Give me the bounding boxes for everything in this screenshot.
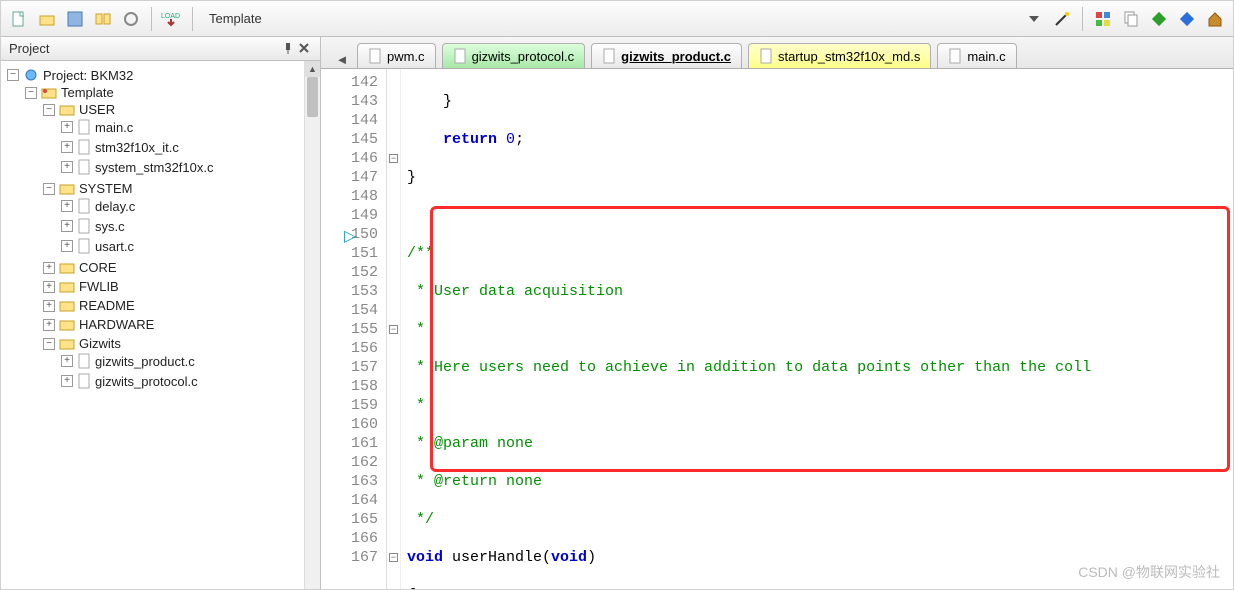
watermark-text: CSDN @物联网实验社: [1078, 562, 1220, 582]
pin-icon[interactable]: [282, 42, 296, 56]
close-panel-icon[interactable]: [298, 42, 312, 56]
tree-file[interactable]: +usart.c: [61, 238, 320, 254]
file-icon: [948, 48, 962, 64]
fold-column[interactable]: −−−: [387, 69, 401, 589]
blue-diamond-icon[interactable]: [1175, 7, 1199, 31]
app-root: LOAD Template Project −Project: BKM32: [0, 0, 1234, 590]
blocks-icon[interactable]: [1091, 7, 1115, 31]
svg-text:LOAD: LOAD: [161, 13, 180, 20]
tab-gizwits-product[interactable]: gizwits_product.c: [591, 43, 742, 68]
tab-startup[interactable]: startup_stm32f10x_md.s: [748, 43, 931, 68]
tree-folder-core[interactable]: +CORE: [43, 260, 320, 275]
tab-pwm[interactable]: pwm.c: [357, 43, 436, 68]
toolbar-separator: [151, 7, 152, 31]
tree-file[interactable]: +system_stm32f10x.c: [61, 159, 320, 175]
tree-target-template[interactable]: −Template: [25, 85, 320, 100]
target-selector[interactable]: Template: [201, 11, 270, 26]
dropdown-icon[interactable]: [1022, 7, 1046, 31]
project-panel: Project −Project: BKM32 −Template −USER: [1, 37, 321, 589]
main-toolbar: LOAD Template: [1, 1, 1233, 37]
tree-file[interactable]: +stm32f10x_it.c: [61, 139, 320, 155]
wand-icon[interactable]: [1050, 7, 1074, 31]
tree-file[interactable]: +sys.c: [61, 218, 320, 234]
file-icon: [368, 48, 382, 64]
tree-file[interactable]: +main.c: [61, 119, 320, 135]
project-tree[interactable]: −Project: BKM32 −Template −USER +main.c …: [1, 61, 320, 589]
tree-scrollbar[interactable]: ▲: [304, 61, 320, 589]
panel-header: Project: [1, 37, 320, 61]
tree-folder-user[interactable]: −USER: [43, 102, 320, 117]
nav-arrow-icon[interactable]: ▷: [344, 226, 356, 246]
tab-gizwits-protocol[interactable]: gizwits_protocol.c: [442, 43, 586, 68]
rebuild-icon[interactable]: [119, 7, 143, 31]
tree-file[interactable]: +gizwits_product.c: [61, 353, 320, 369]
toolbar-separator: [1082, 7, 1083, 31]
file-icon: [759, 48, 773, 64]
main-area: Project −Project: BKM32 −Template −USER: [1, 37, 1233, 589]
tab-main[interactable]: main.c: [937, 43, 1016, 68]
tree-folder-system[interactable]: −SYSTEM: [43, 181, 320, 196]
green-diamond-icon[interactable]: [1147, 7, 1171, 31]
tree-project-root[interactable]: −Project: BKM32: [7, 67, 320, 83]
new-file-icon[interactable]: [7, 7, 31, 31]
file-icon: [453, 48, 467, 64]
tree-folder-gizwits[interactable]: −Gizwits: [43, 336, 320, 351]
open-icon[interactable]: [35, 7, 59, 31]
tree-folder-fwlib[interactable]: +FWLIB: [43, 279, 320, 294]
editor-area: ◄ pwm.c gizwits_protocol.c gizwits_produ…: [321, 37, 1233, 589]
home-icon[interactable]: [1203, 7, 1227, 31]
tree-file[interactable]: +gizwits_protocol.c: [61, 373, 320, 389]
code-editor[interactable]: 1421431441451461471481491501511521531541…: [321, 69, 1233, 589]
load-icon[interactable]: LOAD: [160, 7, 184, 31]
save-icon[interactable]: [63, 7, 87, 31]
panel-title: Project: [9, 41, 282, 56]
tab-bar: ◄ pwm.c gizwits_protocol.c gizwits_produ…: [321, 37, 1233, 69]
line-gutter: 1421431441451461471481491501511521531541…: [321, 69, 387, 589]
toolbar-separator: [192, 7, 193, 31]
tree-file[interactable]: +delay.c: [61, 198, 320, 214]
build-icon[interactable]: [91, 7, 115, 31]
scroll-up-icon[interactable]: ▲: [305, 61, 320, 77]
scroll-thumb[interactable]: [307, 77, 318, 117]
tree-folder-readme[interactable]: +README: [43, 298, 320, 313]
file-icon: [602, 48, 616, 64]
tree-folder-hardware[interactable]: +HARDWARE: [43, 317, 320, 332]
code-area[interactable]: } return 0; } /** * User data acquisitio…: [401, 69, 1233, 589]
copy-files-icon[interactable]: [1119, 7, 1143, 31]
tab-prev-icon[interactable]: ◄: [333, 50, 351, 68]
